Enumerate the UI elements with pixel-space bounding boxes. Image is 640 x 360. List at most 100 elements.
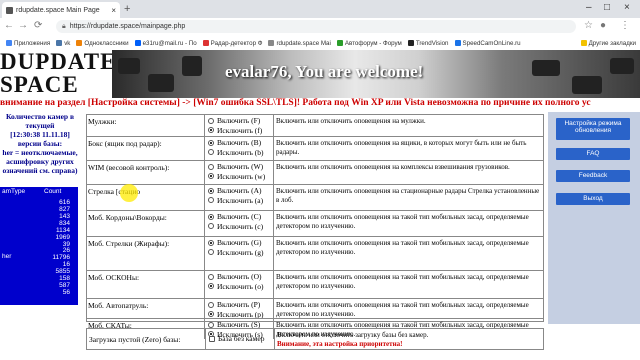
bookmark-item[interactable]: rdupdate.space Mai: [268, 40, 331, 47]
bookmark-item[interactable]: e31ru@mail.ru - По: [134, 40, 197, 47]
radio-icon: [208, 127, 214, 134]
panel-text: версии базы:: [17, 139, 63, 148]
count-cell: 11796: [52, 254, 70, 261]
update-settings-button[interactable]: Настройка режима обновления: [556, 118, 630, 140]
radio-icon: [208, 239, 214, 246]
bookmark-item[interactable]: TrendVision: [407, 40, 449, 47]
maximize-icon[interactable]: □: [604, 2, 610, 13]
zero-base-row: Загрузка пустой (Zero) базы: База без ка…: [86, 328, 544, 350]
disable-radio[interactable]: Исключить (c): [208, 222, 273, 232]
setting-row: WIM (весовой контроль): Включить (W) Исклю…: [86, 160, 544, 185]
radar-device-image: [118, 58, 140, 74]
radio-label: Исключить (a): [217, 195, 264, 205]
column-header: amType: [2, 188, 26, 195]
setting-description: Включить или отключить оповещения на так…: [276, 213, 529, 230]
browser-tab[interactable]: rdupdate.space Main Page ×: [2, 2, 120, 18]
feedback-button[interactable]: Feedback: [556, 170, 630, 182]
panel-text: текущей: [25, 121, 55, 130]
radio-icon: [208, 187, 214, 194]
enable-radio[interactable]: Включить (B): [208, 138, 273, 148]
radio-icon: [208, 149, 214, 156]
setting-label: Моб. ОСКОНы:: [88, 273, 140, 282]
setting-description: Включить или отключить оповещения на ком…: [276, 163, 510, 171]
radio-icon: [208, 117, 214, 124]
enable-radio[interactable]: Включить (G): [208, 238, 273, 248]
setting-options: Включить (W) Исключить (w): [204, 161, 274, 185]
radio-icon: [208, 301, 214, 308]
radio-label: Исключить (o): [217, 281, 264, 291]
bookmark-item[interactable]: Одноклассники: [76, 40, 129, 47]
forward-icon[interactable]: →: [18, 20, 28, 31]
enable-radio[interactable]: Включить (A): [208, 186, 273, 196]
radio-label: Включить (F): [217, 116, 261, 126]
bookmark-item[interactable]: Другие закладки: [580, 40, 636, 47]
url-field[interactable]: 🔒︎ https://rdupdate.space/mainpage.php: [56, 20, 576, 33]
bookmark-item[interactable]: Радар-детектор Ф: [202, 40, 262, 47]
setting-description: Включить или отключить оповещения на так…: [276, 301, 529, 318]
setting-description: Включить или отключить оповещения на так…: [276, 239, 529, 256]
setting-label: Мулжки:: [88, 117, 117, 126]
setting-row: Моб. Стрелки (Жирафы): Включить (G) Исключ…: [86, 236, 544, 271]
tab-title: rdupdate.space Main Page: [16, 6, 100, 14]
disable-radio[interactable]: Исключить (b): [208, 148, 273, 158]
radio-label: Исключить (b): [217, 147, 264, 157]
disable-radio[interactable]: Исключить (g): [208, 248, 273, 258]
setting-label: Моб. Стрелки (Жирафы):: [88, 239, 170, 248]
disable-radio[interactable]: Исключить (w): [208, 172, 273, 182]
faq-button[interactable]: FAQ: [556, 148, 630, 160]
disable-radio[interactable]: Исключить (o): [208, 282, 273, 292]
setting-label: WIM (весовой контроль):: [88, 163, 170, 172]
reload-icon[interactable]: ⟳: [34, 20, 42, 31]
count-cell: 16: [62, 261, 70, 268]
enable-radio[interactable]: Включить (O): [208, 272, 273, 282]
back-icon[interactable]: ←: [4, 20, 14, 31]
bookmark-item[interactable]: Автофорум - Форум: [336, 40, 402, 47]
radio-label: Исключить (g): [217, 247, 264, 257]
panel-text: означений см. справа): [2, 166, 78, 175]
radar-device-image: [532, 60, 560, 76]
setting-row: Мулжки: Включить (F) Исключить (f) Включить…: [86, 114, 544, 137]
bookmark-item[interactable]: vk: [56, 40, 70, 47]
setting-description: Включить или отключить загрузку базы без…: [277, 331, 542, 349]
zero-base-option: База без камер: [205, 329, 275, 349]
close-tab-icon[interactable]: ×: [111, 6, 116, 15]
setting-row: Моб. Кордоны\Вокорды: Включить (C) Исключи…: [86, 210, 544, 237]
disable-radio[interactable]: Исключить (a): [208, 196, 273, 206]
welcome-text: evalar76, You are welcome!: [225, 62, 424, 81]
bookmark-item[interactable]: Приложения: [6, 40, 50, 47]
setting-options: Включить (G) Исключить (g): [204, 237, 274, 271]
radio-icon: [208, 283, 214, 290]
radio-icon: [208, 311, 214, 318]
panel-text: [12:30:38 11.11.18]: [10, 130, 70, 139]
favicon-icon: [6, 6, 13, 14]
enable-radio[interactable]: Включить (P): [208, 300, 273, 310]
avatar-icon[interactable]: ●: [600, 20, 606, 31]
disable-radio[interactable]: Исключить (f): [208, 126, 273, 136]
star-icon[interactable]: ☆: [584, 20, 593, 31]
minimize-icon[interactable]: –: [586, 2, 592, 13]
count-cell: 1969: [55, 234, 70, 241]
enable-radio[interactable]: Включить (C): [208, 212, 273, 222]
logo-line2: SPACE: [0, 72, 79, 97]
close-window-icon[interactable]: ×: [624, 2, 630, 13]
site-logo[interactable]: DUPDATE SPACE: [0, 50, 115, 98]
bookmark-item[interactable]: SpeedCamOnLine.ru: [454, 40, 521, 47]
setting-label: Бокс (ящик под радар):: [88, 139, 162, 148]
radio-label: Включить (B): [217, 138, 262, 148]
new-tab-icon[interactable]: +: [124, 3, 130, 15]
setting-description: Включить или отключить оповещения на мул…: [276, 117, 426, 125]
enable-radio[interactable]: Включить (W): [208, 162, 273, 172]
setting-options: Включить (O) Исключить (o): [204, 271, 274, 299]
setting-options: Включить (B) Исключить (b): [204, 137, 274, 161]
exit-button[interactable]: Выход: [556, 193, 630, 205]
radar-device-image: [572, 76, 602, 94]
menu-icon[interactable]: ⋮: [620, 20, 630, 31]
count-cell: 827: [59, 206, 70, 213]
radio-label: Исключить (c): [217, 221, 264, 231]
setting-options: Включить (P) Исключить (p): [204, 299, 274, 319]
radio-label: Включить (C): [217, 212, 262, 222]
warning-text: Внимание, эта настройка приоритетна!: [277, 340, 403, 348]
enable-radio[interactable]: Включить (F): [208, 116, 273, 126]
count-cell: 5855: [55, 268, 70, 275]
zero-base-checkbox[interactable]: База без камер: [209, 334, 274, 344]
